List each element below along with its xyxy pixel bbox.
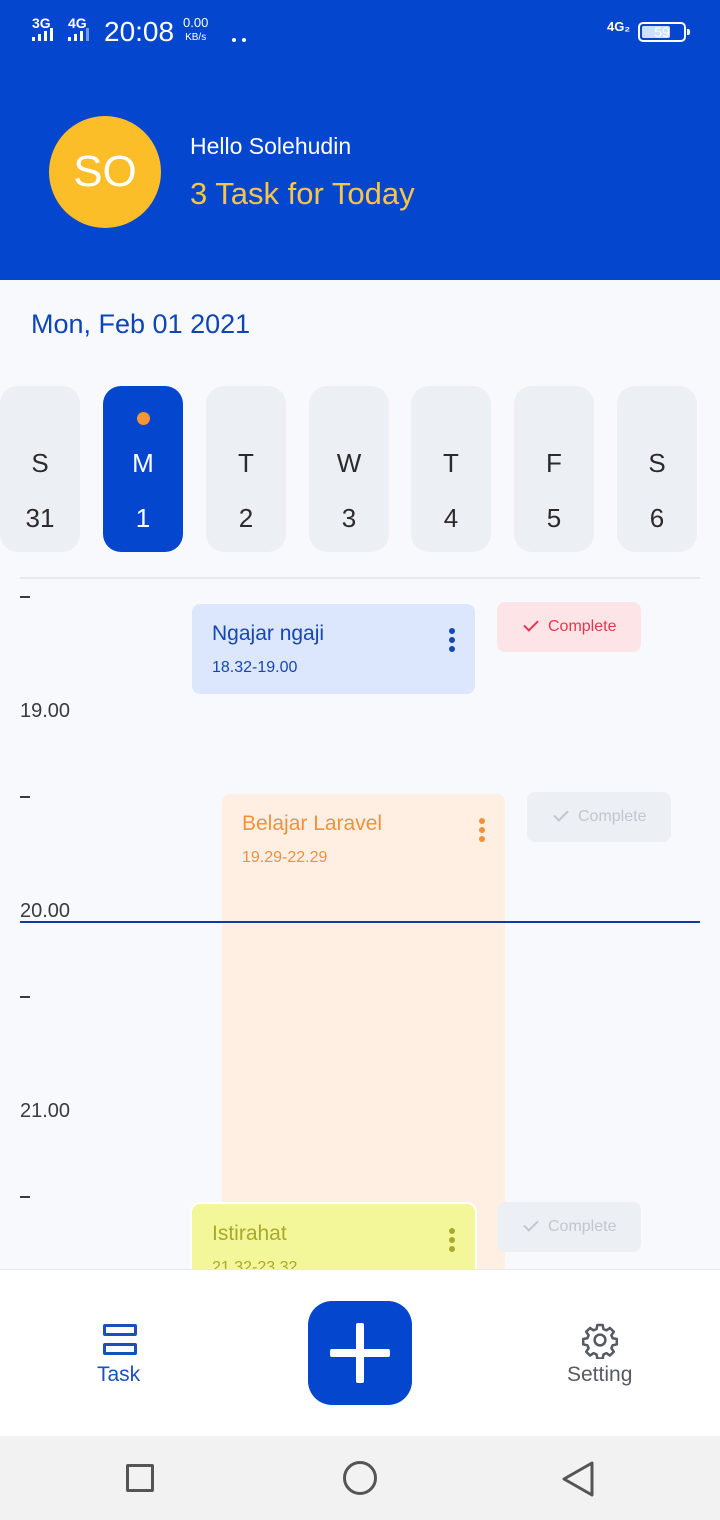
- half-hour-tick: [20, 796, 30, 798]
- task-card-ngajar-ngaji[interactable]: Ngajar ngaji 18.32-19.00: [192, 604, 475, 694]
- speed-unit: KB/s: [185, 32, 207, 43]
- complete-button[interactable]: Complete: [497, 1202, 641, 1252]
- complete-label: Complete: [578, 808, 647, 825]
- status-bar: 3G 4G 20:08 0.00 KB/s 4G₂ 59: [0, 0, 720, 64]
- day-wed-3[interactable]: W 3: [309, 386, 389, 552]
- day-number: 6: [649, 503, 665, 533]
- day-letter: S: [31, 448, 49, 478]
- day-number: 2: [238, 503, 254, 533]
- day-letter: S: [648, 448, 666, 478]
- battery-icon: 59: [638, 22, 690, 42]
- task-time: 19.29-22.29: [242, 849, 328, 866]
- half-hour-tick: [20, 996, 30, 998]
- day-sun-31[interactable]: S 31: [0, 386, 80, 552]
- signal-3g-icon: [32, 28, 53, 41]
- day-fri-5[interactable]: F 5: [514, 386, 594, 552]
- notification-dots-icon: [232, 29, 252, 47]
- half-hour-tick: [20, 596, 30, 598]
- gear-icon: [581, 1323, 619, 1359]
- header: 3G 4G 20:08 0.00 KB/s 4G₂ 59 SO Hello So…: [0, 0, 720, 280]
- network-4g2-label: 4G₂: [607, 19, 631, 34]
- check-icon: [523, 616, 539, 632]
- system-navigation-bar: [0, 1436, 720, 1520]
- hour-label: 19.00: [20, 700, 71, 722]
- day-thu-4[interactable]: T 4: [411, 386, 491, 552]
- hour-label: 20.00: [20, 900, 71, 922]
- task-list-icon: [103, 1324, 137, 1356]
- day-letter: M: [132, 448, 154, 478]
- day-letter: T: [443, 448, 459, 478]
- complete-button[interactable]: Complete: [527, 792, 671, 842]
- task-card-belajar-laravel[interactable]: Belajar Laravel 19.29-22.29: [222, 794, 505, 1274]
- half-hour-tick: [20, 1196, 30, 1198]
- complete-label: Complete: [548, 1218, 617, 1235]
- day-sat-6[interactable]: S 6: [617, 386, 697, 552]
- day-number: 1: [135, 503, 151, 533]
- divider: [20, 577, 700, 579]
- task-time: 18.32-19.00: [212, 659, 298, 676]
- complete-button[interactable]: Complete: [497, 602, 641, 652]
- clock: 20:08: [104, 16, 175, 47]
- greeting-text: Hello Solehudin: [190, 133, 352, 159]
- more-vert-icon[interactable]: [449, 628, 455, 655]
- complete-label: Complete: [548, 618, 617, 635]
- today-dot-icon: [137, 412, 150, 425]
- nav-setting-label: Setting: [567, 1363, 633, 1386]
- nav-task-label: Task: [97, 1363, 141, 1386]
- network-speed: 0.00 KB/s: [183, 15, 208, 45]
- day-letter: W: [336, 448, 362, 478]
- avatar[interactable]: SO: [49, 116, 161, 228]
- day-letter: F: [546, 448, 562, 478]
- day-number: 3: [341, 503, 357, 533]
- more-vert-icon[interactable]: [449, 1228, 455, 1255]
- day-number: 31: [25, 503, 55, 533]
- check-icon: [523, 1216, 539, 1232]
- task-title: Belajar Laravel: [242, 812, 383, 835]
- current-time-line: [20, 921, 700, 923]
- speed-value: 0.00: [183, 15, 209, 30]
- day-mon-1-selected[interactable]: M 1: [103, 386, 183, 552]
- day-letter: T: [238, 448, 254, 478]
- recent-apps-icon[interactable]: [126, 1464, 154, 1492]
- check-icon: [553, 806, 569, 822]
- bottom-navigation: Task Setting: [0, 1269, 720, 1436]
- day-number: 5: [546, 503, 562, 533]
- home-icon[interactable]: [343, 1461, 377, 1495]
- task-count-title: 3 Task for Today: [190, 176, 415, 211]
- add-task-button[interactable]: [308, 1301, 412, 1405]
- hour-label: 21.00: [20, 1100, 71, 1122]
- day-tue-2[interactable]: T 2: [206, 386, 286, 552]
- signal-4g-icon: [68, 28, 89, 41]
- day-number: 4: [443, 503, 459, 533]
- more-vert-icon[interactable]: [479, 818, 485, 845]
- battery-level: 59: [654, 24, 670, 40]
- app-screen: 3G 4G 20:08 0.00 KB/s 4G₂ 59 SO Hello So…: [0, 0, 720, 1520]
- task-title: Istirahat: [212, 1222, 287, 1245]
- selected-date-title: Mon, Feb 01 2021: [31, 309, 251, 339]
- back-icon[interactable]: [560, 1460, 596, 1498]
- task-title: Ngajar ngaji: [212, 622, 325, 645]
